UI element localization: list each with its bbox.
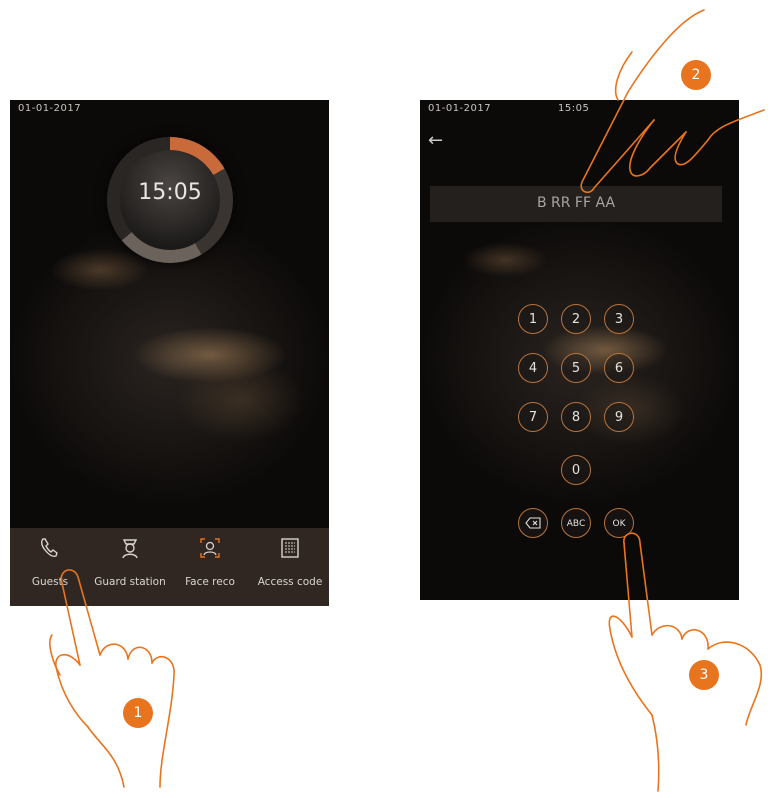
key-3[interactable]: 3 (604, 304, 634, 334)
key-7[interactable]: 7 (518, 402, 548, 432)
abc-button[interactable]: ABC (561, 508, 591, 538)
clock-face: 15:05 (120, 150, 220, 250)
keypad-icon (281, 538, 299, 558)
key-2[interactable]: 2 (561, 304, 591, 334)
clock-widget: 15:05 (107, 137, 233, 263)
step-3-badge: 3 (689, 660, 719, 690)
key-4[interactable]: 4 (518, 353, 548, 383)
key-8[interactable]: 8 (561, 402, 591, 432)
status-date: 01-01-2017 (18, 103, 82, 114)
backspace-icon (525, 517, 541, 529)
hand-pointer-1-icon (49, 569, 175, 788)
nav-access-code[interactable]: Access code (250, 528, 329, 606)
backspace-button[interactable] (518, 508, 548, 538)
hand-pointer-2-icon (580, 9, 765, 194)
step-2-badge: 2 (681, 60, 711, 90)
nav-access-code-label: Access code (257, 576, 323, 588)
key-1[interactable]: 1 (518, 304, 548, 334)
clock-time: 15:05 (138, 180, 202, 205)
key-5[interactable]: 5 (561, 353, 591, 383)
key-9[interactable]: 9 (604, 402, 634, 432)
back-arrow-icon[interactable]: ← (428, 130, 443, 151)
home-screen: 01-01-2017 15:05 Guests Guard station Fa… (10, 100, 329, 606)
hand-pointer-3-icon (608, 532, 763, 792)
key-6[interactable]: 6 (604, 353, 634, 383)
status-date: 01-01-2017 (428, 103, 492, 114)
key-0[interactable]: 0 (561, 455, 591, 485)
step-1-badge: 1 (123, 698, 153, 728)
